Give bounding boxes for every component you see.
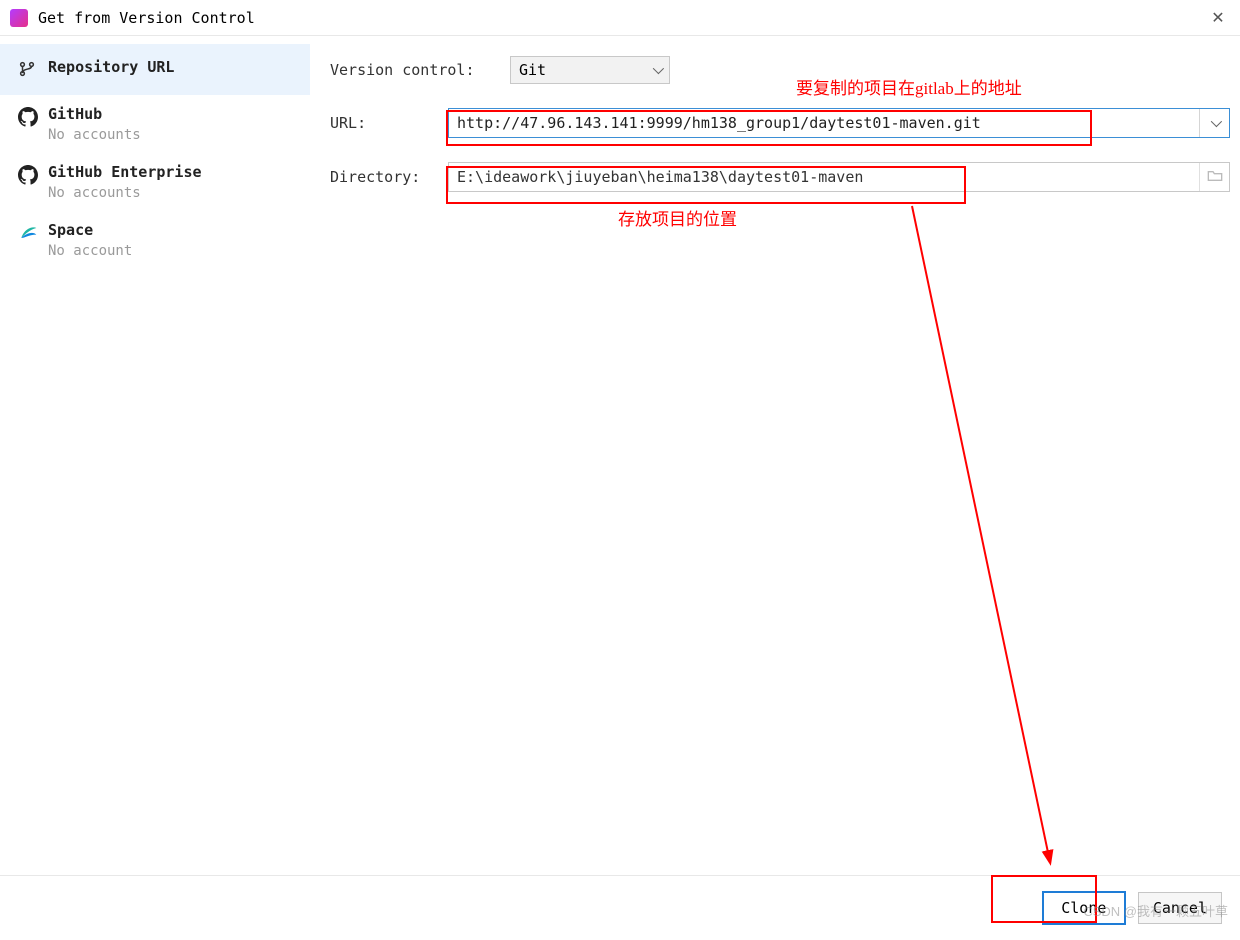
version-control-label: Version control: xyxy=(330,61,510,79)
sidebar-item-space[interactable]: Space No account xyxy=(0,211,310,269)
close-button[interactable]: ✕ xyxy=(1206,6,1230,30)
directory-input[interactable]: E:\ideawork\jiuyeban\heima138\daytest01-… xyxy=(448,162,1230,192)
sidebar: Repository URL GitHub No accounts GitHub xyxy=(0,36,310,875)
version-control-select[interactable]: Git xyxy=(510,56,670,84)
branch-icon xyxy=(18,60,36,81)
sidebar-item-label: GitHub Enterprise xyxy=(48,163,202,181)
sidebar-item-label: Space xyxy=(48,221,132,239)
folder-icon xyxy=(1207,168,1223,186)
version-control-row: Version control: Git xyxy=(330,56,1230,84)
main-content: Repository URL GitHub No accounts GitHub xyxy=(0,36,1240,875)
sidebar-item-github[interactable]: GitHub No accounts xyxy=(0,95,310,153)
directory-input-value: E:\ideawork\jiuyeban\heima138\daytest01-… xyxy=(449,164,1199,190)
titlebar: Get from Version Control ✕ xyxy=(0,0,1240,36)
content-panel: Version control: Git URL: http://47.96.1… xyxy=(310,36,1240,875)
url-row: URL: http://47.96.143.141:9999/hm138_gro… xyxy=(330,108,1230,138)
url-input-value: http://47.96.143.141:9999/hm138_group1/d… xyxy=(449,110,1199,136)
sidebar-item-sub: No account xyxy=(48,243,132,259)
url-input[interactable]: http://47.96.143.141:9999/hm138_group1/d… xyxy=(448,108,1230,138)
watermark: CSDN @我有一颗五叶草 xyxy=(1083,901,1228,920)
app-icon xyxy=(10,9,28,27)
url-label: URL: xyxy=(330,114,448,132)
version-control-value: Git xyxy=(519,61,546,79)
directory-row: Directory: E:\ideawork\jiuyeban\heima138… xyxy=(330,162,1230,192)
github-icon xyxy=(18,107,38,130)
footer: Clone Cancel xyxy=(0,875,1240,940)
sidebar-item-sub: No accounts xyxy=(48,127,141,143)
sidebar-item-repository-url[interactable]: Repository URL xyxy=(0,44,310,95)
close-icon: ✕ xyxy=(1211,8,1224,28)
window-title: Get from Version Control xyxy=(38,9,1206,27)
browse-button[interactable] xyxy=(1199,163,1229,191)
space-icon xyxy=(18,223,38,246)
sidebar-item-label: Repository URL xyxy=(48,58,174,76)
chevron-down-icon xyxy=(653,63,664,74)
url-dropdown-button[interactable] xyxy=(1199,109,1229,137)
chevron-down-icon xyxy=(1210,116,1221,127)
sidebar-item-sub: No accounts xyxy=(48,185,202,201)
github-icon xyxy=(18,165,38,188)
directory-label: Directory: xyxy=(330,168,448,186)
sidebar-item-label: GitHub xyxy=(48,105,141,123)
sidebar-item-github-enterprise[interactable]: GitHub Enterprise No accounts xyxy=(0,153,310,211)
